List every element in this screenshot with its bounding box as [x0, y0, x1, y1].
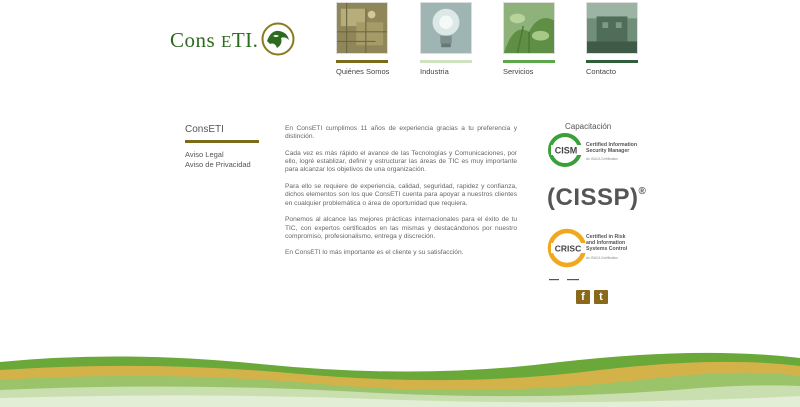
main-content: En ConsETI cumplimos 11 años de experien…: [285, 125, 517, 266]
crisc-badge[interactable]: CRISC Certified in Risk and Information …: [547, 226, 639, 270]
light-bulb-thumbnail: [420, 2, 472, 54]
logo-emblem-icon: [261, 22, 295, 56]
cissp-label: (CISSP): [547, 184, 639, 211]
nav-indicator: [503, 60, 555, 63]
content-paragraph: Ponemos al alcance las mejores prácticas…: [285, 216, 517, 240]
sidebar-link-aviso-legal[interactable]: Aviso Legal: [185, 150, 261, 160]
plants-thumbnail: [503, 2, 555, 54]
twitter-icon[interactable]: t: [594, 290, 608, 304]
cism-ring-icon: CISM: [548, 133, 583, 167]
cissp-badge[interactable]: (CISSP)®: [547, 184, 646, 212]
facebook-icon[interactable]: f: [576, 290, 590, 304]
nav-item-contacto[interactable]: Contacto: [586, 2, 640, 76]
content-paragraph: En ConsETI lo más importante es el clien…: [285, 249, 464, 257]
svg-text:CISM: CISM: [555, 146, 578, 156]
nav-label: Industria: [420, 67, 449, 76]
crisc-sub: An ISACA Certification: [586, 256, 618, 260]
sidebar: ConsETI Aviso Legal Aviso de Privacidad: [185, 124, 261, 170]
cism-line2: Security Manager: [586, 148, 630, 154]
nav-indicator: [586, 60, 638, 63]
content-paragraph: En ConsETI cumplimos 11 años de experien…: [285, 125, 517, 141]
ruins-thumbnail: [586, 2, 638, 54]
sidebar-title: ConsETI: [185, 124, 224, 135]
decorative-waves: [0, 352, 800, 407]
nav-indicator: [420, 60, 472, 63]
crisc-ring-icon: CRISC: [547, 228, 591, 268]
circuit-board-thumbnail: [336, 2, 388, 54]
content-paragraph: Cada vez es más rápido el avance de las …: [285, 149, 517, 174]
nav-label: Quiénes Somos: [336, 67, 390, 76]
sidebar-link-aviso-privacidad[interactable]: Aviso de Privacidad: [185, 160, 261, 170]
nav-item-industria[interactable]: Industria: [420, 2, 474, 76]
nav-item-quienes-somos[interactable]: Quiénes Somos: [336, 2, 390, 76]
logo-wordmark: Cons ETI.: [170, 28, 259, 52]
cism-sub: An ISACA Certification: [586, 157, 618, 161]
registered-mark: ®: [638, 186, 647, 197]
divider-dashes: [549, 279, 579, 281]
nav-label: Contacto: [586, 67, 617, 76]
crisc-line3: Systems Control: [586, 246, 628, 252]
training-title: Capacitación: [565, 122, 612, 131]
content-paragraph: Para ello se requiere de experiencia, ca…: [285, 183, 517, 207]
sidebar-divider: [185, 140, 259, 143]
svg-text:CRISC: CRISC: [555, 244, 581, 254]
nav-label: Servicios: [503, 67, 534, 76]
cism-badge[interactable]: CISM Certified Information Security Mana…: [547, 132, 639, 168]
nav-indicator: [336, 60, 388, 63]
nav-item-servicios[interactable]: Servicios: [503, 2, 557, 76]
logo[interactable]: Cons ETI.: [170, 22, 300, 58]
